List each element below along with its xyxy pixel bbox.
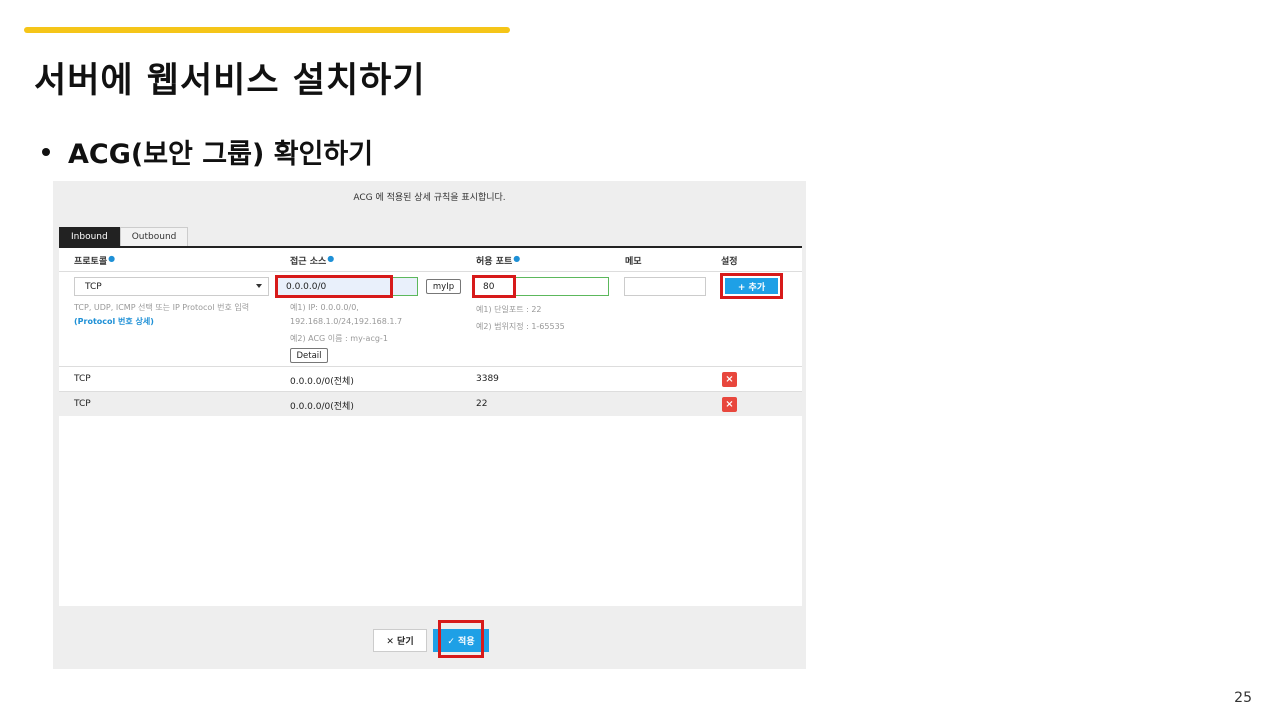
rule-source: 0.0.0.0/0(전체) [290,377,354,387]
delete-rule-button[interactable]: × [722,397,737,412]
add-rule-button[interactable]: + 추가 [725,278,778,294]
source-input[interactable]: 0.0.0.0/0 [277,277,418,296]
myip-button[interactable]: myIp [426,279,461,294]
column-header-protocol: 프로토콜● [74,254,116,267]
slide-title: 서버에 웹서비스 설치하기 [34,61,426,101]
port-hint: 예1) 단일포트 : 22 예2) 범위지정 : 1-65535 [476,305,565,331]
close-button[interactable]: ✕ 닫기 [373,629,427,652]
header-divider [59,271,802,272]
protocol-hint: TCP, UDP, ICMP 선택 또는 IP Protocol 번호 입력 (… [74,301,249,329]
protocol-select-value: TCP [85,281,102,292]
acg-rules-panel: ACG 에 적용된 상세 규칙을 표시합니다. Inbound Outbound… [53,181,806,669]
bullet-item: ACG(보안 그룹) 확인하기 [42,132,373,171]
rule-source: 0.0.0.0/0(전체) [290,402,354,412]
page-number: 25 [1234,690,1252,706]
title-accent-bar [24,27,510,33]
tab-inbound[interactable]: Inbound [59,227,120,246]
delete-rule-button[interactable]: × [722,372,737,387]
bullet-text: ACG(보안 그룹) 확인하기 [68,139,374,170]
rule-port: 3389 [476,374,499,384]
panel-header: ACG 에 적용된 상세 규칙을 표시합니다. [353,193,506,203]
rule-protocol: TCP [74,374,91,384]
caret-down-icon [256,284,262,288]
rule-port: 22 [476,399,488,409]
protocol-select[interactable]: TCP [74,277,269,296]
source-hint: 예1) IP: 0.0.0.0/0, 192.168.1.0/24,192.16… [290,303,403,343]
column-header-settings: 설정 [721,257,738,267]
column-header-memo: 메모 [625,257,642,267]
detail-button[interactable]: Detail [290,348,328,363]
memo-input[interactable] [624,277,706,296]
direction-tabs: Inbound Outbound [59,227,189,246]
table-row: TCP 0.0.0.0/0(전체) 3389 × [59,367,802,391]
table-row: TCP 0.0.0.0/0(전체) 22 × [59,392,802,416]
column-header-source: 접근 소스● [290,254,335,267]
apply-button[interactable]: ✓ 적용 [433,629,489,652]
tab-outbound[interactable]: Outbound [119,227,189,246]
bullet-dot [42,147,50,156]
rules-table: 프로토콜● 접근 소스● 허용 포트● 메모 설정 TCP TCP, UDP, … [59,248,802,606]
protocol-detail-link[interactable]: (Protocol 번호 상세) [74,315,249,329]
rule-protocol: TCP [74,399,91,409]
port-input[interactable]: 80 [474,277,609,296]
column-header-port: 허용 포트● [476,254,521,267]
